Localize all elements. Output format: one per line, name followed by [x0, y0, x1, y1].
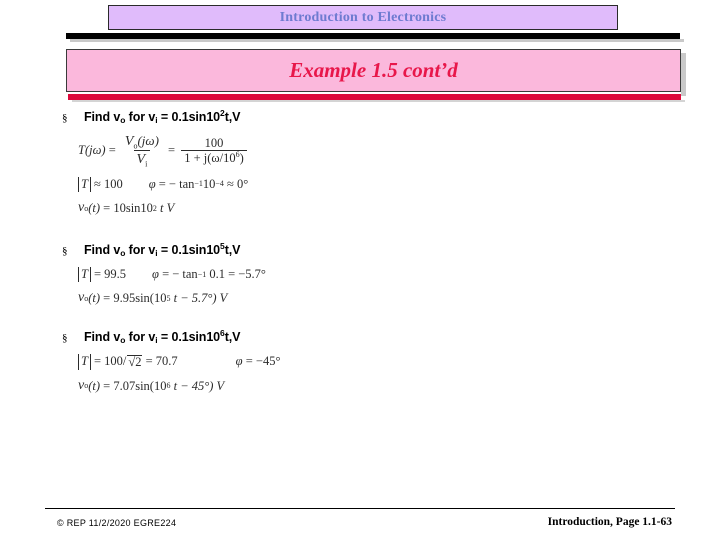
transfer-rhs-fraction: 100 1 + j(ω/106) [181, 135, 247, 166]
equation-transfer-function: T(jω) = Vo(jω) Vi = 100 1 + j(ω/106) [78, 134, 720, 168]
bullet-1-for-sub: i [155, 115, 158, 125]
bullet-1-find-sub: o [120, 115, 126, 125]
slide-title-banner-shadow [681, 53, 686, 96]
output-2-arg: (t) [88, 291, 101, 306]
magnitude-3-result: = 70.7 [145, 354, 178, 369]
output-2-tail: t − 5.7°) V [173, 291, 228, 306]
bullet-2-eq: = 0.1sin10 [157, 242, 221, 257]
equation-magnitude-phase-2: T = 99.5 φ = − tan −1 0.1 = −5.7° [78, 266, 720, 283]
equation-block-3: T = 100/ √2 = 70.7 φ = −45° v o (t) = 7.… [0, 354, 720, 393]
magnitude-2-value: = 99.5 [93, 267, 127, 282]
transfer-num-arg: (jω) [137, 133, 159, 148]
slide-title: Example 1.5 cont’d [289, 58, 458, 82]
bullet-2-find-sub: o [120, 247, 126, 258]
phase-2-label: φ [152, 267, 159, 282]
magnitude-1-value: ≈ 100 [93, 176, 123, 191]
bullet-1-find: Find v [84, 110, 121, 124]
footer-page-label: Introduction, Page 1.1-63 [547, 516, 672, 528]
bullet-row-2: § Find vo for vi = 0.1sin105t,V [0, 240, 720, 258]
bullet-3-tail: t,V [224, 330, 241, 345]
phase-3-label: φ [235, 354, 243, 369]
header-black-rule-shadow [70, 39, 684, 42]
bullet-2-for-sub: i [155, 247, 158, 258]
phase-2-expr: = − tan [162, 267, 198, 282]
bullet-marker-icon: § [62, 112, 68, 124]
course-title: Introduction to Electronics [279, 9, 447, 25]
slide-title-banner: Example 1.5 cont’d [66, 49, 681, 92]
section-2: § Find vo for vi = 0.1sin105t,V T = 99.5… [0, 240, 720, 306]
equation-output-1: v o (t) = 10sin10 2 t V [78, 200, 175, 216]
magnitude-1-label: T [78, 176, 91, 193]
magnitude-2-label: T [78, 266, 91, 283]
bullet-2-find: Find v [84, 242, 121, 257]
magnitude-3-radicand: 2 [135, 354, 142, 369]
bullet-row-3: § Find vo for vi = 0.1sin106t,V [0, 328, 720, 346]
equation-output-2: v o (t) = 9.95sin(10 5 t − 5.7°) V [78, 290, 228, 306]
equation-magnitude-phase-3: T = 100/ √2 = 70.7 φ = −45° [78, 354, 720, 370]
rhs-den-base: 10 [223, 151, 236, 166]
phase-1-arg-base: 10 [202, 176, 216, 191]
slide-content: § Find vo for vi = 0.1sin102t,V T(jω) = … [0, 108, 720, 393]
bullet-marker-icon: § [62, 244, 68, 257]
transfer-numerator: Vo(jω) [122, 134, 162, 150]
bullet-2-for: for v [125, 242, 156, 257]
section-1: § Find vo for vi = 0.1sin102t,V T(jω) = … [0, 108, 720, 216]
rhs-denominator: 1 + j(ω/106) [181, 150, 247, 165]
equation-block-2: T = 99.5 φ = − tan −1 0.1 = −5.7° v o (t… [0, 266, 720, 306]
output-1-arg: (t) [88, 200, 101, 215]
transfer-den-v: V [136, 152, 146, 168]
section-3: § Find vo for vi = 0.1sin106t,V T = 100/… [0, 328, 720, 393]
bullet-1-tail: t,V [224, 110, 241, 124]
transfer-lhs: T(jω) [78, 143, 106, 158]
phase-1-label: φ [148, 176, 156, 191]
rhs-numerator: 100 [204, 135, 224, 150]
phase-3-result: = −45° [245, 354, 281, 369]
equation-block-1: T(jω) = Vo(jω) Vi = 100 1 + j(ω/106) T ≈… [0, 134, 720, 216]
equation-output-3: v o (t) = 7.07sin(10 6 t − 45°) V [78, 377, 225, 393]
bullet-1-eq: = 0.1sin10 [157, 110, 221, 124]
bullet-text-1: Find vo for vi = 0.1sin102t,V [84, 108, 241, 125]
magnitude-3-label: T [78, 354, 91, 370]
equation-magnitude-phase-1: T ≈ 100 φ = − tan −1 10 −4 ≈ 0° [78, 176, 720, 193]
transfer-fraction: Vo(jω) Vi [122, 134, 162, 168]
bullet-3-eq: = 0.1sin10 [157, 330, 221, 345]
transfer-den-sub: i [145, 159, 148, 169]
section-spacer-1 [0, 216, 720, 243]
phase-2-result: = −5.7° [228, 267, 266, 282]
bullet-2-tail: t,V [224, 242, 241, 257]
output-1-tail: t V [160, 200, 175, 215]
output-3-arg: (t) [88, 378, 101, 393]
footer-divider [45, 508, 675, 509]
phase-2-arg: 0.1 [209, 267, 225, 282]
transfer-denominator: Vi [133, 150, 151, 169]
sqrt-radical-icon: √2 [127, 354, 143, 369]
phase-1-expr: = − tan [158, 176, 195, 191]
bullet-text-2: Find vo for vi = 0.1sin105t,V [84, 240, 241, 258]
bullet-row-1: § Find vo for vi = 0.1sin102t,V [0, 108, 720, 125]
bullet-1-for: for v [125, 110, 156, 124]
rhs-den-close: ) [239, 151, 244, 166]
output-1-rhs: = 10sin10 [103, 200, 153, 215]
output-2-rhs: = 9.95sin(10 [103, 291, 167, 306]
bullet-3-find-sub: o [120, 335, 126, 346]
bullet-text-3: Find vo for vi = 0.1sin106t,V [84, 328, 241, 346]
phase-1-result: ≈ 0° [227, 176, 249, 191]
rhs-den-lead: 1 + j(ω [184, 151, 220, 166]
bullet-1-exp: 2 [220, 108, 225, 118]
output-3-tail: t − 45°) V [173, 378, 225, 393]
magnitude-3-value: = 100/ [93, 354, 127, 369]
bullet-3-find: Find v [84, 330, 121, 345]
bullet-3-exp: 6 [220, 328, 225, 339]
bullet-2-exp: 5 [220, 240, 225, 251]
header-red-rule-shadow [72, 100, 685, 102]
bullet-marker-icon: § [62, 332, 68, 345]
footer-credit: © REP 11/2/2020 EGRE224 [57, 518, 177, 528]
course-title-box: Introduction to Electronics [108, 5, 618, 30]
bullet-3-for-sub: i [155, 335, 158, 346]
bullet-3-for: for v [125, 330, 156, 345]
output-3-rhs: = 7.07sin(10 [103, 378, 167, 393]
section-spacer-2 [0, 306, 720, 330]
